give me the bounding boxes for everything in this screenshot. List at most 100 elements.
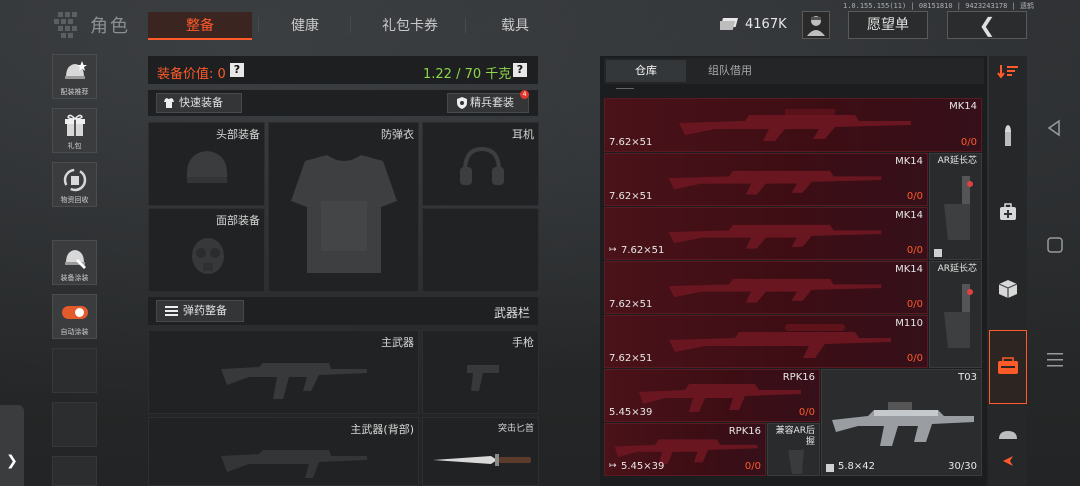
category-container[interactable] <box>989 270 1027 310</box>
page-title: 角色 <box>90 16 130 37</box>
collapse-panel-button[interactable] <box>989 446 1027 486</box>
rifle-image <box>639 384 801 412</box>
sidebar-item-auto-paint[interactable]: 自动涂装 <box>52 294 97 339</box>
item-caliber: 5.8×42 <box>838 461 876 472</box>
sidebar-empty-slot <box>52 402 97 447</box>
cash-icon <box>720 18 738 30</box>
borrow-arrow-icon: ↦ <box>609 245 617 255</box>
slot-pistol[interactable]: 手枪 <box>422 330 539 414</box>
sidebar-item-label: 物资回收 <box>60 196 89 204</box>
inventory-item-mk14[interactable]: MK14 7.62×51 0/0 <box>604 153 928 206</box>
category-helmet[interactable] <box>989 428 1027 442</box>
item-count: 0/0 <box>798 407 815 418</box>
stock-image <box>944 176 973 240</box>
paint-helmet-icon <box>64 250 86 269</box>
item-count: 0/0 <box>744 461 761 472</box>
sidebar-item-gift[interactable]: 礼包 <box>52 108 97 153</box>
item-count: 0/0 <box>906 299 923 310</box>
item-caliber: 7.62×51 <box>609 137 653 148</box>
inventory-item-t03[interactable]: T03 5.8×42 30/30 <box>821 369 982 476</box>
category-ammo[interactable] <box>989 116 1027 156</box>
slot-melee[interactable]: 突击匕首 <box>422 417 539 486</box>
expand-drawer-button[interactable]: ❯ <box>0 405 24 486</box>
tab-divider <box>465 17 466 33</box>
rifle-silhouette-icon <box>221 450 367 478</box>
inventory-item-rpk16[interactable]: RPK16 ↦ 5.45×39 0/0 <box>604 423 766 476</box>
inventory-item-ar-buffer-tube[interactable]: AR延长芯 <box>929 261 982 368</box>
slot-head[interactable]: 头部装备 <box>148 122 265 206</box>
item-name: RPK16 <box>782 372 815 383</box>
gift-icon <box>64 114 85 136</box>
soldier-avatar-icon <box>807 16 825 36</box>
help-icon[interactable]: ? <box>230 63 244 77</box>
sidebar-item-label: 自动涂装 <box>60 328 89 336</box>
quick-equip-button[interactable]: 快速装备 <box>156 93 242 113</box>
slot-headset[interactable]: 耳机 <box>422 122 539 206</box>
slot-body-armor[interactable]: 防弹衣 <box>268 122 419 292</box>
elite-kit-button[interactable]: 精兵套装 <box>447 93 529 113</box>
sidebar-item-recycle[interactable]: 物资回收 <box>52 162 97 207</box>
inventory-item-mk14[interactable]: MK14 7.62×51 0/0 <box>604 261 928 314</box>
system-menu-icon[interactable] <box>1045 350 1065 370</box>
item-caliber: ↦ 7.62×51 <box>609 245 664 256</box>
sidebar-item-equipment-paint[interactable]: 装备涂装 <box>52 240 97 285</box>
dagger-icon <box>433 454 531 466</box>
tab-divider <box>258 17 259 33</box>
caliber-text: 5.45×39 <box>621 461 665 472</box>
back-button[interactable]: ❮ <box>947 11 1027 39</box>
tab-team-borrow[interactable]: 组队借用 <box>690 60 770 82</box>
inventory-item-mk14[interactable]: MK14 ↦ 7.62×51 0/0 <box>604 207 928 260</box>
inventory-item-ar-grip[interactable]: 兼容AR后握 <box>767 423 820 476</box>
tab-divider <box>350 17 351 33</box>
shirt-icon <box>164 98 174 108</box>
notification-badge: 4 <box>520 90 529 99</box>
inventory-item-ar-buffer-tube[interactable]: AR延长芯 <box>929 153 982 260</box>
weapon-bar-title: 武器栏 <box>494 306 531 320</box>
elite-kit-label: 精兵套装 <box>470 96 514 109</box>
box-icon <box>998 280 1018 298</box>
item-caliber: 7.62×51 <box>609 299 653 310</box>
sidebar-item-loadout-recommend[interactable]: 配装推荐 <box>52 54 97 99</box>
tab-gift-cards[interactable]: 礼包卡券 <box>365 12 455 40</box>
tab-loadout[interactable]: 整备 <box>148 12 252 40</box>
slot-face[interactable]: 面部装备 <box>148 208 265 292</box>
category-backpack[interactable] <box>989 330 1027 404</box>
ammo-stack-icon <box>165 306 178 316</box>
shield-icon <box>457 97 467 109</box>
collapse-arrow-icon <box>1003 456 1013 466</box>
system-home-icon[interactable] <box>1045 235 1065 255</box>
item-count: 0/0 <box>906 353 923 364</box>
item-name: RPK16 <box>728 426 761 437</box>
inventory-item-mk14[interactable]: MK14 7.62×51 0/0 <box>604 98 982 152</box>
inventory-item-rpk16[interactable]: RPK16 5.45×39 0/0 <box>604 369 820 422</box>
inventory-item-m110[interactable]: M110 7.62×51 0/0 <box>604 315 928 368</box>
slot-primary-weapon[interactable]: 主武器 <box>148 330 419 414</box>
tab-health[interactable]: 健康 <box>270 12 340 40</box>
ammo-equip-button[interactable]: 弹药整备 <box>156 300 244 322</box>
item-caliber: 7.62×51 <box>609 353 653 364</box>
rifle-image <box>668 278 882 303</box>
tab-warehouse[interactable]: 仓库 <box>606 60 686 82</box>
backpack-icon <box>998 357 1018 374</box>
item-caliber: ↦ 5.45×39 <box>609 461 664 472</box>
category-medical[interactable] <box>989 194 1027 234</box>
rifle-silhouette-icon <box>221 363 367 399</box>
wishlist-button[interactable]: 愿望单 <box>848 11 928 39</box>
recycle-icon <box>63 168 86 192</box>
sidebar-empty-slot <box>52 348 97 393</box>
ammo-equip-label: 弹药整备 <box>183 304 227 317</box>
tab-vehicles[interactable]: 载具 <box>480 12 550 40</box>
help-icon[interactable]: ? <box>513 63 527 77</box>
rifle-image <box>832 402 974 446</box>
slot-primary-weapon-back[interactable]: 主武器(背部) <box>148 417 419 486</box>
item-name: MK14 <box>895 264 923 275</box>
profile-button[interactable] <box>802 11 830 39</box>
sort-filter-button[interactable] <box>989 56 1027 96</box>
system-back-icon[interactable] <box>1045 118 1065 138</box>
filter-sort-icon <box>997 65 1018 79</box>
caliber-text: 7.62×51 <box>621 245 665 256</box>
currency-amount: 4167K <box>745 17 787 32</box>
rifle-image <box>679 109 911 141</box>
mask-silhouette-icon <box>192 238 224 274</box>
version-text: 1.0.155.155(11) | 08151810 | 9423243178 … <box>842 2 1034 10</box>
